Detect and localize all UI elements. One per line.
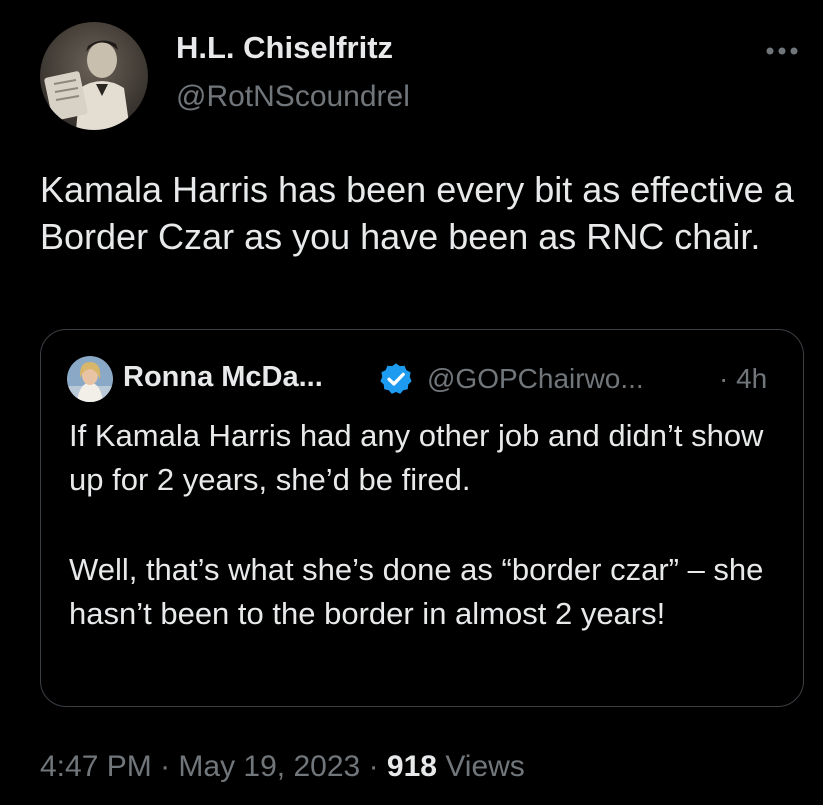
- tweet-text: Kamala Harris has been every bit as effe…: [40, 169, 794, 257]
- author-avatar[interactable]: [40, 22, 148, 130]
- verified-badge-icon: [378, 361, 414, 397]
- quoted-author-name[interactable]: Ronna McDa...: [123, 361, 323, 394]
- tweet-time[interactable]: 4:47 PM: [40, 750, 152, 783]
- separator-dot: ·: [368, 750, 379, 783]
- quoted-author-avatar[interactable]: [67, 356, 113, 402]
- quoted-tweet-paragraph: Well, that’s what she’s done as “border …: [69, 552, 764, 631]
- quoted-tweet-timestamp[interactable]: · 4h: [719, 363, 767, 395]
- quoted-author-handle[interactable]: @GOPChairwo...: [427, 363, 644, 395]
- quoted-tweet-card[interactable]: Ronna McDa... @GOPChairwo... · 4h If Kam…: [40, 329, 804, 707]
- views-label: Views: [445, 750, 525, 783]
- tweet-date[interactable]: May 19, 2023: [178, 750, 360, 783]
- views-count[interactable]: 918: [387, 750, 437, 783]
- separator-dot: ·: [719, 363, 729, 394]
- more-options-icon[interactable]: [760, 36, 804, 66]
- tweet-metadata: 4:47 PM · May 19, 2023 · 918 Views: [40, 750, 525, 784]
- author-handle[interactable]: @RotNScoundrel: [176, 80, 410, 114]
- author-name[interactable]: H.L. Chiselfritz: [176, 30, 393, 66]
- separator-dot: ·: [160, 750, 171, 783]
- quoted-tweet-paragraph: If Kamala Harris had any other job and d…: [69, 418, 764, 497]
- quoted-time-value: 4h: [736, 363, 768, 394]
